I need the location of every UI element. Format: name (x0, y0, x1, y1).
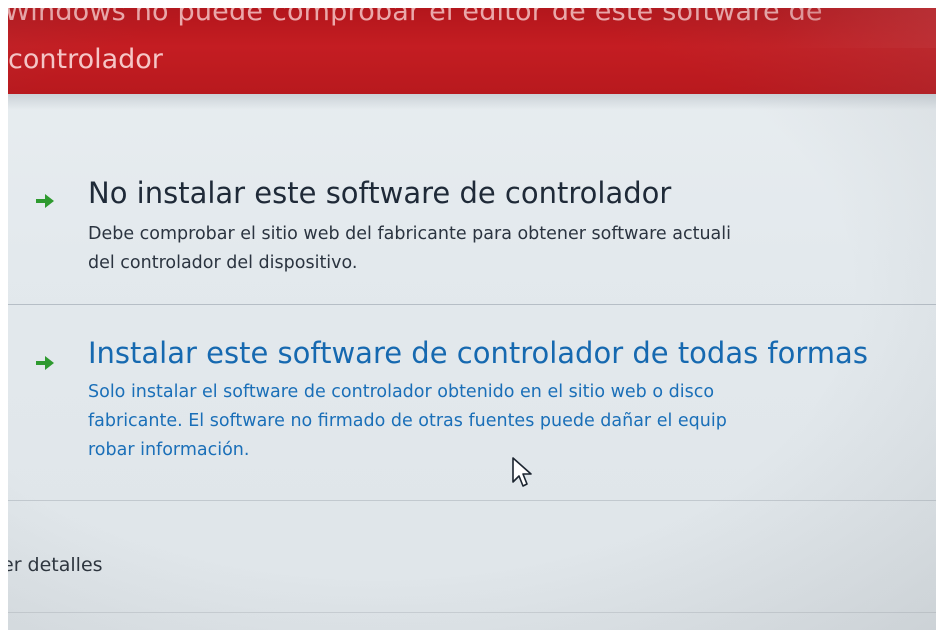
footer-divider (8, 612, 936, 613)
option-description: Debe comprobar el sitio web del fabrican… (88, 220, 731, 278)
header-glare (776, 8, 936, 48)
description-line: Debe comprobar el sitio web del fabrican… (88, 224, 731, 244)
option-title: Instalar este software de controlador de… (88, 336, 868, 370)
description-line: Solo instalar el software de controlador… (88, 382, 715, 402)
green-arrow-icon (36, 356, 54, 370)
green-arrow-icon (36, 194, 54, 208)
install-anyway-option[interactable]: Instalar este software de controlador de… (8, 326, 936, 506)
driver-warning-dialog: Windows no puede comprobar el editor de … (8, 8, 936, 630)
header-shadow (8, 94, 936, 110)
photo-frame: Windows no puede comprobar el editor de … (0, 0, 936, 630)
see-details-toggle[interactable]: er detalles (8, 554, 103, 576)
option-title: No instalar este software de controlador (88, 176, 672, 210)
dialog-header: Windows no puede comprobar el editor de … (8, 8, 936, 94)
description-line: del controlador del dispositivo. (88, 253, 358, 273)
header-title-line-2: controlador (8, 44, 163, 75)
mouse-pointer-icon (512, 457, 532, 487)
option-divider (8, 304, 936, 305)
option-divider (8, 500, 936, 501)
description-line: fabricante. El software no firmado de ot… (88, 411, 727, 431)
description-line: robar información. (88, 440, 250, 460)
header-title-line-1: Windows no puede comprobar el editor de … (8, 8, 823, 27)
option-description: Solo instalar el software de controlador… (88, 378, 727, 465)
do-not-install-option[interactable]: No instalar este software de controlador… (8, 168, 936, 308)
